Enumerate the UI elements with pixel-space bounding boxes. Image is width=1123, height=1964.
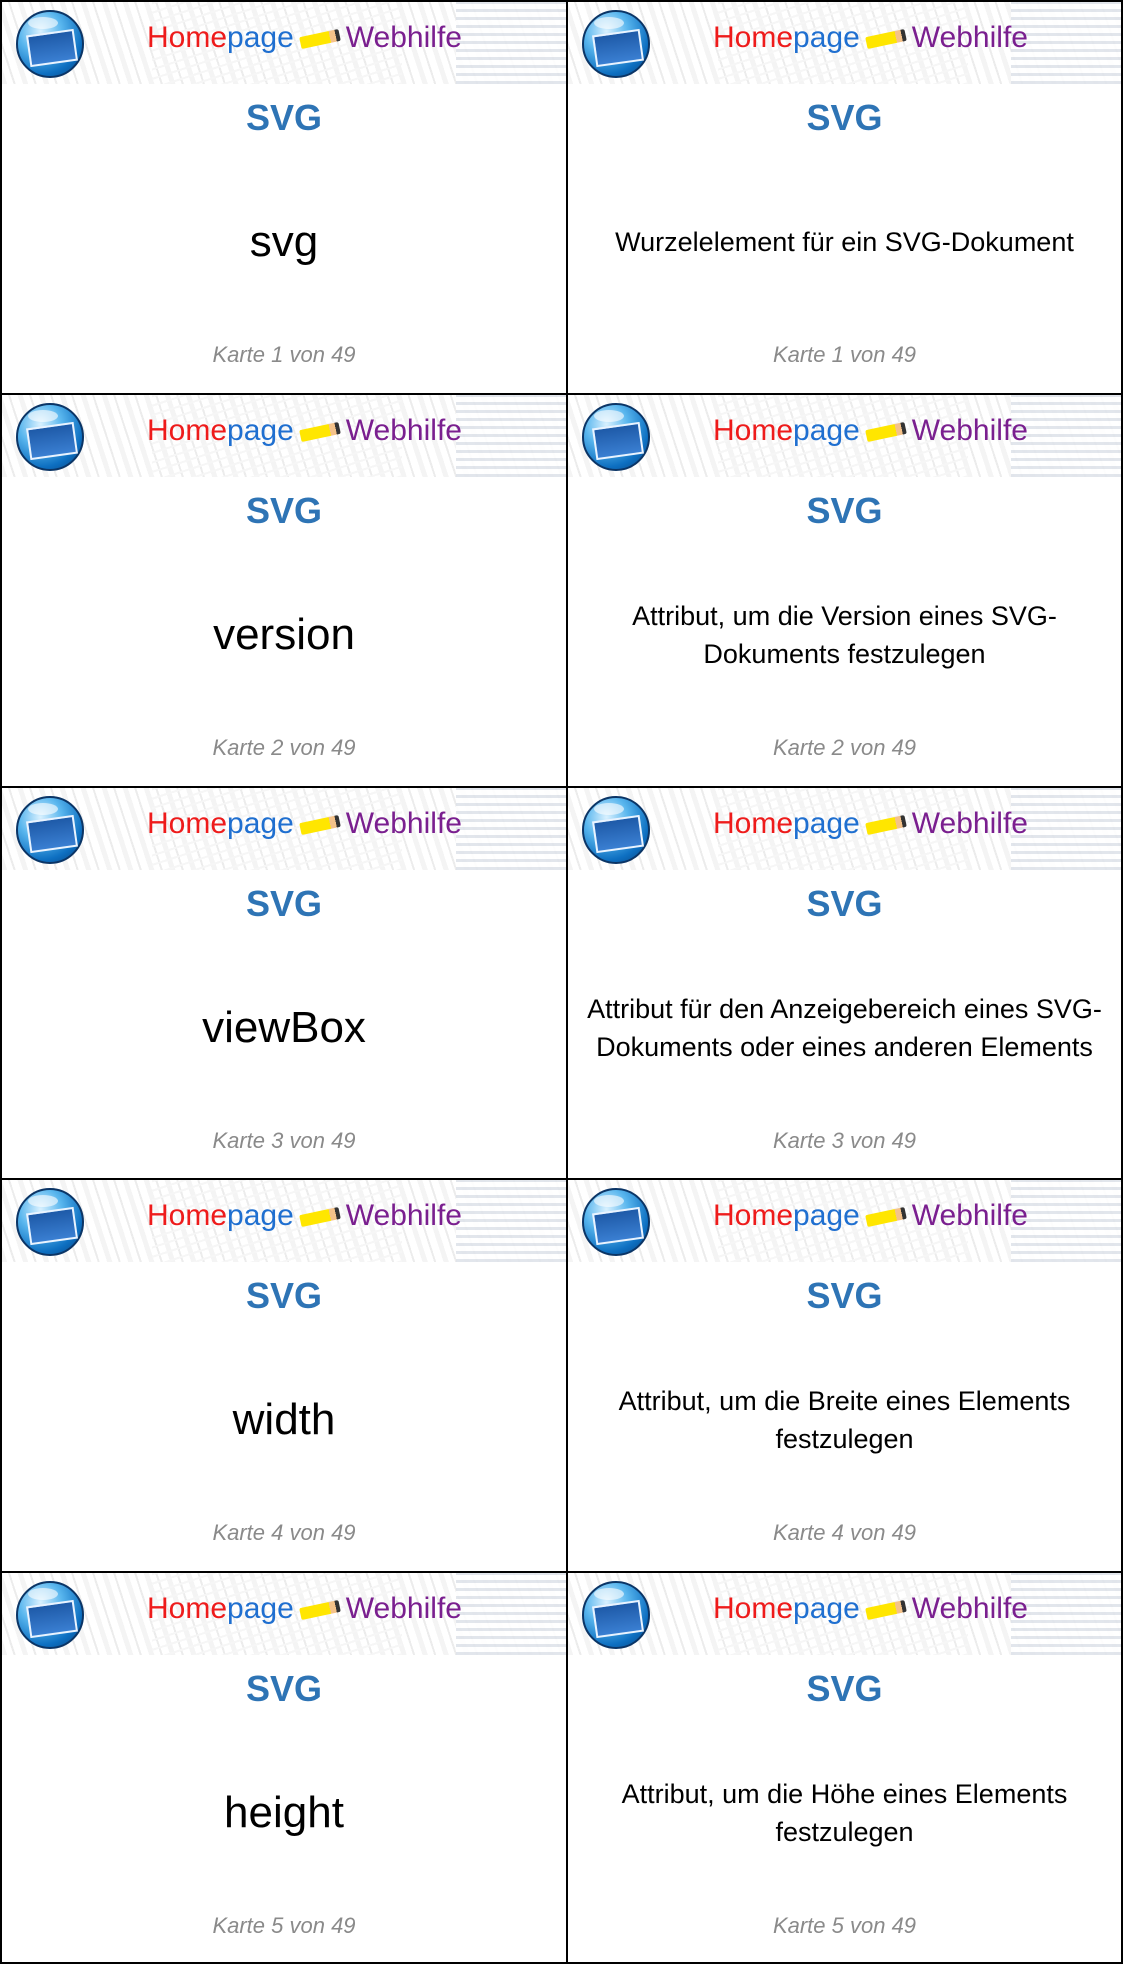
card-footer: Karte 2 von 49 [772, 734, 917, 760]
pencil-icon [864, 1600, 907, 1621]
banner: Homepage Webhilfe [2, 2, 566, 84]
brand-logo: Homepage Webhilfe [713, 1199, 1028, 1233]
card-term: version [213, 609, 355, 659]
card-footer: Karte 1 von 49 [772, 342, 917, 367]
logo-icon [582, 10, 650, 78]
flashcard-grid: Homepage Webhilfe SVG svg Karte 1 von 49 … [0, 0, 1123, 1964]
banner: Homepage Webhilfe [2, 787, 566, 870]
card-title: SVG [245, 1668, 323, 1710]
card-footer: Karte 5 von 49 [212, 1913, 356, 1939]
card-definition: Wurzelelement für ein SVG-Dokument [615, 227, 1074, 257]
card-footer: Karte 4 von 49 [212, 1520, 356, 1546]
pencil-icon [298, 1207, 341, 1228]
logo-icon [16, 402, 84, 471]
card-title: SVG [245, 1275, 323, 1317]
card-title: SVG [245, 97, 323, 138]
logo-icon [582, 402, 650, 471]
card-footer: Karte 5 von 49 [772, 1913, 917, 1939]
card-definition: Attribut, um die Version eines SVG-Dokum… [632, 600, 1057, 669]
card-definition: Attribut für den Anzeigebereich eines SV… [587, 993, 1102, 1062]
brand-logo: Homepage Webhilfe [147, 413, 462, 447]
banner: Homepage Webhilfe [2, 1573, 566, 1656]
card-title: SVG [245, 882, 323, 924]
pencil-icon [298, 1600, 341, 1621]
logo-icon [16, 1581, 84, 1650]
banner-background [456, 2, 566, 84]
banner: Homepage Webhilfe [568, 394, 1121, 477]
card-front: Homepage Webhilfe SVG height Karte 5 von … [0, 1571, 566, 1964]
card-front: Homepage Webhilfe SVG svg Karte 1 von 49 [0, 0, 566, 393]
banner: Homepage Webhilfe [2, 1180, 566, 1263]
brand-logo: Homepage Webhilfe [147, 806, 462, 840]
banner-background [456, 1180, 566, 1263]
card-back: Homepage Webhilfe SVG Wurzelelement für e… [566, 0, 1123, 393]
card-footer: Karte 3 von 49 [212, 1127, 356, 1153]
brand-logo: Homepage Webhilfe [147, 1592, 462, 1626]
card-term: height [224, 1788, 344, 1838]
card-title: SVG [806, 882, 883, 924]
banner: Homepage Webhilfe [568, 2, 1121, 84]
card-back: Homepage Webhilfe SVG Attribut, um die Br… [566, 1178, 1123, 1572]
card-front: Homepage Webhilfe SVG viewBox Karte 3 von… [0, 785, 566, 1179]
pencil-icon [864, 29, 907, 50]
brand-logo: Homepage Webhilfe [147, 1199, 462, 1233]
card-footer: Karte 3 von 49 [772, 1127, 917, 1153]
card-footer: Karte 1 von 49 [212, 342, 356, 367]
banner: Homepage Webhilfe [568, 787, 1121, 870]
pencil-icon [298, 421, 341, 442]
pencil-icon [864, 814, 907, 835]
pencil-icon [298, 29, 341, 50]
logo-icon [16, 1188, 84, 1257]
banner: Homepage Webhilfe [2, 394, 566, 477]
banner-background [456, 1573, 566, 1656]
card-title: SVG [806, 489, 883, 531]
pencil-icon [298, 814, 341, 835]
brand-logo: Homepage Webhilfe [147, 21, 462, 54]
logo-icon [582, 1581, 650, 1650]
card-back: Homepage Webhilfe SVG Attribut für den An… [566, 785, 1123, 1179]
logo-icon [582, 1188, 650, 1257]
card-definition: Attribut, um die Breite eines Elements f… [618, 1386, 1071, 1455]
brand-logo: Homepage Webhilfe [713, 413, 1028, 447]
banner: Homepage Webhilfe [568, 1573, 1121, 1656]
card-definition: Attribut, um die Höhe eines Elements fes… [621, 1779, 1068, 1848]
card-title: SVG [806, 1668, 883, 1710]
card-front: Homepage Webhilfe SVG version Karte 2 von… [0, 392, 566, 786]
brand-logo: Homepage Webhilfe [713, 806, 1028, 840]
card-title: SVG [245, 489, 323, 531]
banner-background [456, 394, 566, 477]
card-term: svg [249, 217, 319, 266]
logo-icon [16, 795, 84, 864]
card-title: SVG [806, 97, 883, 138]
logo-icon [582, 795, 650, 864]
card-term: width [232, 1395, 336, 1445]
pencil-icon [864, 1207, 907, 1228]
card-back: Homepage Webhilfe SVG Attribut, um die Hö… [566, 1571, 1123, 1964]
card-front: Homepage Webhilfe SVG width Karte 4 von 4… [0, 1178, 566, 1572]
logo-icon [16, 10, 84, 78]
card-footer: Karte 2 von 49 [212, 734, 356, 760]
banner-background [456, 787, 566, 870]
card-title: SVG [806, 1275, 883, 1317]
brand-logo: Homepage Webhilfe [713, 21, 1028, 54]
brand-logo: Homepage Webhilfe [713, 1592, 1028, 1626]
card-footer: Karte 4 von 49 [772, 1520, 917, 1546]
card-back: Homepage Webhilfe SVG Attribut, um die Ve… [566, 392, 1123, 786]
card-term: viewBox [202, 1002, 366, 1052]
pencil-icon [864, 421, 907, 442]
banner: Homepage Webhilfe [568, 1180, 1121, 1263]
